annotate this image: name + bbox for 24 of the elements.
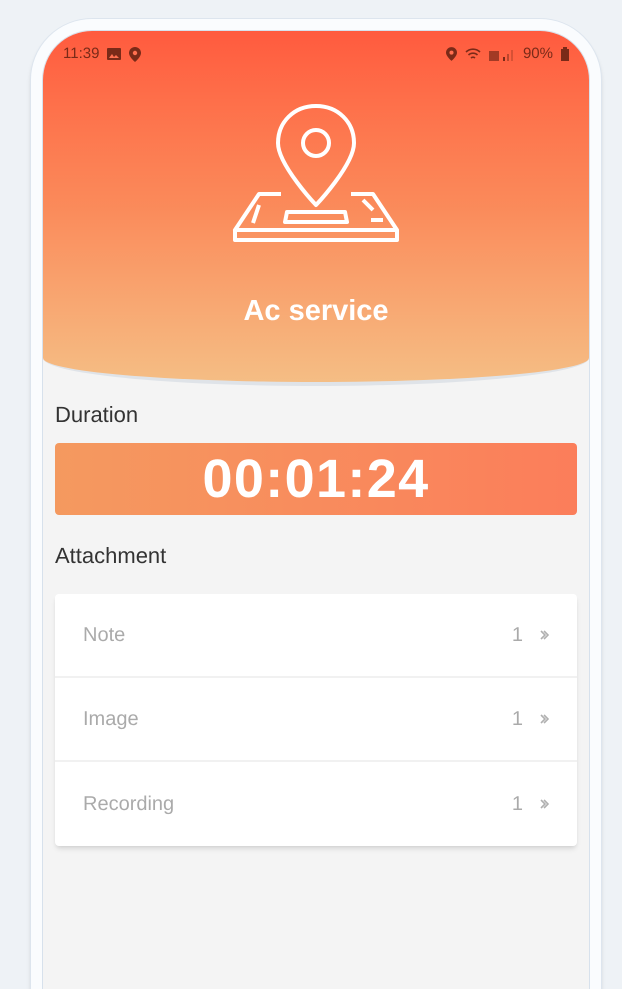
attachment-name: Image <box>83 707 140 732</box>
location-pin-icon <box>446 47 457 62</box>
attachment-count: 1 <box>512 792 523 817</box>
service-title: Ac service <box>243 294 389 328</box>
attachment-label: Attachment <box>55 542 168 570</box>
location-pin-icon <box>129 46 142 62</box>
battery-icon <box>561 47 569 62</box>
attachment-row[interactable]: Image 1 <box>55 678 577 762</box>
battery-percent: 90% <box>522 44 553 64</box>
timer-display: 00:01:24 <box>55 443 577 515</box>
double-chevron-icon <box>539 629 549 641</box>
double-chevron-icon <box>539 713 549 725</box>
attachment-row[interactable]: Note 1 <box>55 594 577 678</box>
attachment-name: Note <box>83 623 126 648</box>
double-chevron-icon <box>539 798 549 810</box>
wifi-icon <box>464 48 481 61</box>
signal-icon <box>488 48 515 61</box>
attachment-count: 1 <box>512 623 523 648</box>
duration-label: Duration <box>55 401 140 429</box>
attachment-name: Recording <box>83 792 176 817</box>
attachment-count: 1 <box>512 707 523 732</box>
attachment-row[interactable]: Recording 1 <box>55 762 577 846</box>
picture-icon <box>107 48 122 60</box>
status-time: 11:39 <box>63 44 100 64</box>
